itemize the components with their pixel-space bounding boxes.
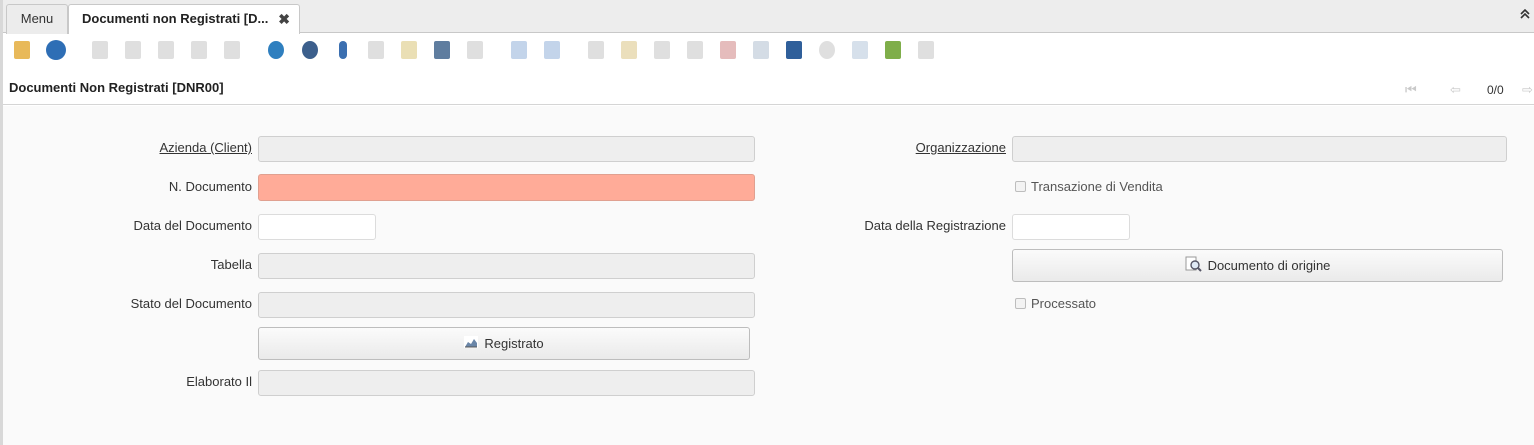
workflow-icon — [816, 39, 838, 61]
toolbar — [3, 34, 1534, 68]
book-icon[interactable] — [783, 39, 805, 61]
table-field[interactable] — [258, 253, 755, 279]
client-field[interactable] — [258, 136, 755, 162]
posted-button[interactable]: Registrato — [258, 327, 750, 360]
history-icon — [464, 39, 486, 61]
first-record-icon[interactable]: ⏮ — [1405, 82, 1417, 98]
copy-record-icon — [122, 39, 144, 61]
client-label[interactable]: Azienda (Client) — [160, 140, 253, 155]
request-icon — [717, 39, 739, 61]
organization-label[interactable]: Organizzazione — [916, 140, 1006, 155]
sales-transaction-checkbox[interactable]: Transazione di Vendita — [1015, 179, 1163, 194]
save-new-icon — [221, 39, 243, 61]
processed-label: Processato — [1031, 296, 1097, 311]
table-label: Tabella — [210, 257, 252, 272]
undo-icon[interactable] — [11, 39, 33, 61]
organization-field[interactable] — [1012, 136, 1507, 162]
report-icon — [585, 39, 607, 61]
sales-transaction-label: Transazione di Vendita — [1031, 179, 1163, 194]
print-icon — [651, 39, 673, 61]
tab-menu[interactable]: Menu — [6, 4, 68, 34]
processed-on-label: Elaborato Il — [186, 374, 252, 389]
export-icon — [849, 39, 871, 61]
record-form: Azienda (Client) N. Documento Data del D… — [3, 106, 1534, 445]
doc-status-field[interactable] — [258, 292, 755, 318]
attachment-icon[interactable] — [332, 39, 354, 61]
document-no-field[interactable] — [258, 174, 755, 201]
processed-checkbox[interactable]: Processato — [1015, 296, 1096, 311]
app-window: Menu Documenti non Registrati [D... ✖ Do… — [0, 0, 1534, 445]
record-count: 0/0 — [1487, 83, 1504, 97]
processed-box[interactable] — [1015, 298, 1026, 309]
delete-icon — [155, 39, 177, 61]
date-acct-field[interactable] — [1012, 214, 1130, 240]
find-icon[interactable] — [299, 39, 321, 61]
parent-record-icon — [508, 39, 530, 61]
close-tab-icon[interactable]: ✖ — [278, 5, 290, 33]
date-acct-label: Data della Registrazione — [864, 218, 1006, 233]
sales-transaction-box[interactable] — [1015, 181, 1026, 192]
tab-active-label: Documenti non Registrati [D... — [82, 11, 269, 26]
product-info-icon — [750, 39, 772, 61]
chat-icon — [365, 39, 387, 61]
posted-chart-icon — [464, 336, 479, 351]
previous-record-icon[interactable]: ⇦ — [1450, 82, 1461, 98]
posted-button-label: Registrato — [484, 336, 544, 351]
save-icon — [188, 39, 210, 61]
tab-documenti-non-registrati[interactable]: Documenti non Registrati [D... ✖ — [68, 4, 300, 34]
processed-on-field[interactable] — [258, 370, 755, 396]
new-record-icon — [89, 39, 111, 61]
collapse-icon[interactable] — [1520, 8, 1530, 22]
customize-icon — [915, 39, 937, 61]
tab-bar: Menu Documenti non Registrati [D... ✖ — [3, 0, 1534, 34]
refresh-icon[interactable] — [265, 39, 287, 61]
grid-toggle-icon[interactable] — [431, 39, 453, 61]
detail-record-icon — [541, 39, 563, 61]
date-document-label: Data del Documento — [133, 218, 252, 233]
date-document-field[interactable] — [258, 214, 376, 240]
post-it-icon — [398, 39, 420, 61]
import-icon[interactable] — [882, 39, 904, 61]
source-document-button[interactable]: Documento di origine — [1012, 249, 1503, 282]
document-no-label: N. Documento — [168, 179, 252, 194]
tab-menu-label: Menu — [20, 11, 54, 26]
archive-icon — [618, 39, 640, 61]
window-header: Documenti Non Registrati [DNR00] ⏮ ⇦ 0/0… — [3, 68, 1534, 105]
zoom-document-icon — [1185, 256, 1202, 275]
next-record-icon[interactable]: ⇨ — [1522, 82, 1533, 98]
zoom-across-icon — [684, 39, 706, 61]
window-title: Documenti Non Registrati [DNR00] — [9, 80, 224, 95]
doc-status-label: Stato del Documento — [130, 296, 252, 311]
help-icon[interactable] — [45, 39, 67, 61]
source-document-label: Documento di origine — [1207, 258, 1331, 273]
